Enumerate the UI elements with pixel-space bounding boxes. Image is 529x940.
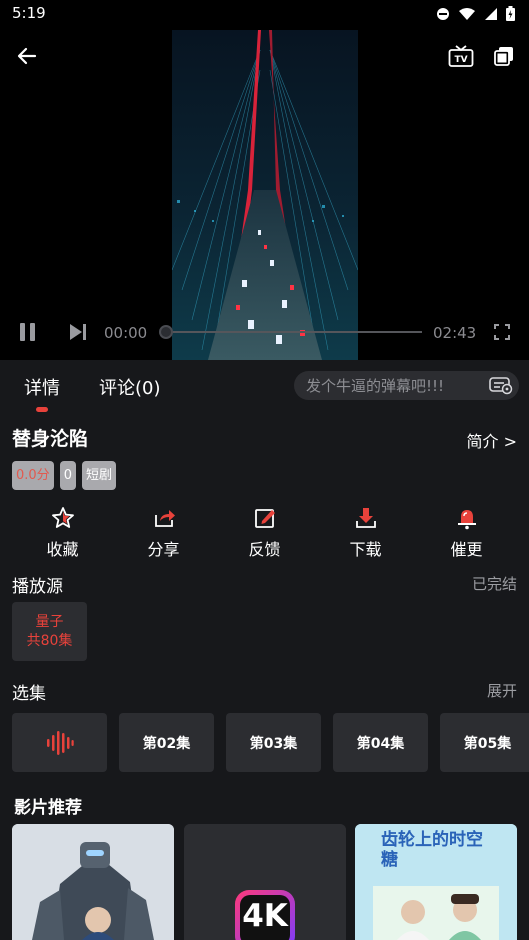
drama-poster-title: 齿轮上的时空糖 [381,830,483,870]
source-item[interactable]: 量子 共80集 [12,602,87,661]
feedback-button[interactable]: 反馈 [214,505,315,560]
source-count: 共80集 [26,633,73,649]
share-label: 分享 [147,540,180,559]
danmu-input-box [294,371,519,400]
4k-logo-label: 4K [242,898,288,934]
player-controls: 00:00 02:43 [0,316,529,348]
recommend-title: 影片推荐 [14,798,82,818]
video-player[interactable]: TV 00:00 02:43 [0,30,529,360]
share-button[interactable]: 分享 [113,505,214,560]
status-icons [436,6,515,21]
favorite-button[interactable]: 收藏 [12,505,113,560]
current-time: 00:00 [104,324,148,342]
cast-tv-button[interactable]: TV [447,42,475,70]
recommend-poster-3[interactable]: 齿轮上的时空糖 [355,824,517,940]
signal-icon [485,7,497,20]
status-bar: 5:19 [0,0,529,30]
next-button[interactable] [66,320,90,344]
show-title: 替身沦陷 [12,428,89,450]
tab-active-indicator [36,407,48,412]
pause-button[interactable] [16,320,40,344]
status-time: 5:19 [12,4,46,22]
download-label: 下载 [349,540,382,559]
download-button[interactable]: 下载 [315,505,416,560]
score-badge: 0.0分 [12,461,54,490]
progress-track[interactable] [166,331,422,333]
urge-update-label: 催更 [450,540,483,559]
episode-item[interactable]: 第04集 [333,713,428,772]
total-time: 02:43 [433,324,477,342]
pip-button[interactable] [490,42,518,70]
episodes-title: 选集 [12,684,46,704]
tv-icon: TV [448,45,474,67]
arrow-left-icon [17,47,37,65]
progress-knob[interactable] [159,325,173,339]
svg-text:TV: TV [454,55,467,65]
tab-details[interactable]: 详情 [24,374,60,400]
danmu-settings-button[interactable] [489,375,513,399]
tab-bar: 详情 评论(0) [0,360,529,412]
fullscreen-icon [494,324,510,340]
robot-poster-image [12,824,174,940]
dnd-icon [437,7,449,20]
episode-item[interactable]: 第05集 [440,713,529,772]
recommend-poster-2[interactable]: 4K [184,824,346,940]
danmu-input[interactable] [306,371,481,400]
badge-row: 0.0分 0 短剧 [12,461,116,490]
episode-item[interactable]: 第03集 [226,713,321,772]
bell-icon [455,505,479,530]
urge-update-button[interactable]: 催更 [416,505,517,560]
recommend-poster-1[interactable] [12,824,174,940]
star-icon [51,505,75,530]
genre-badge: 短剧 [81,461,116,490]
share-icon [152,505,176,530]
feedback-label: 反馈 [248,540,281,559]
episode-playing[interactable] [12,713,107,772]
video-frame-image [172,30,358,360]
danmu-settings-icon [489,377,513,395]
wifi-icon [459,7,475,20]
pause-icon [20,323,35,341]
source-name: 量子 [35,614,64,630]
skip-next-icon [70,324,86,340]
count-badge: 0 [59,461,76,490]
intro-link[interactable]: 简介 > [467,428,518,452]
episode-item[interactable]: 第02集 [119,713,214,772]
tab-comments[interactable]: 评论(0) [99,374,161,400]
source-title: 播放源 [12,577,63,597]
action-bar: 收藏 分享 反馈 下载 催更 [12,505,517,560]
episode-list: 第02集 第03集 第04集 第05集 [12,713,529,772]
fullscreen-button[interactable] [491,321,513,343]
back-button[interactable] [13,42,41,70]
copy-window-icon [494,47,513,66]
playing-wave-icon [46,730,74,755]
battery-icon [506,6,515,21]
download-icon [354,505,378,530]
edit-icon [253,505,277,530]
source-status: 已完结 [471,575,517,593]
episodes-expand[interactable]: 展开 [487,680,517,701]
favorite-label: 收藏 [46,540,79,559]
